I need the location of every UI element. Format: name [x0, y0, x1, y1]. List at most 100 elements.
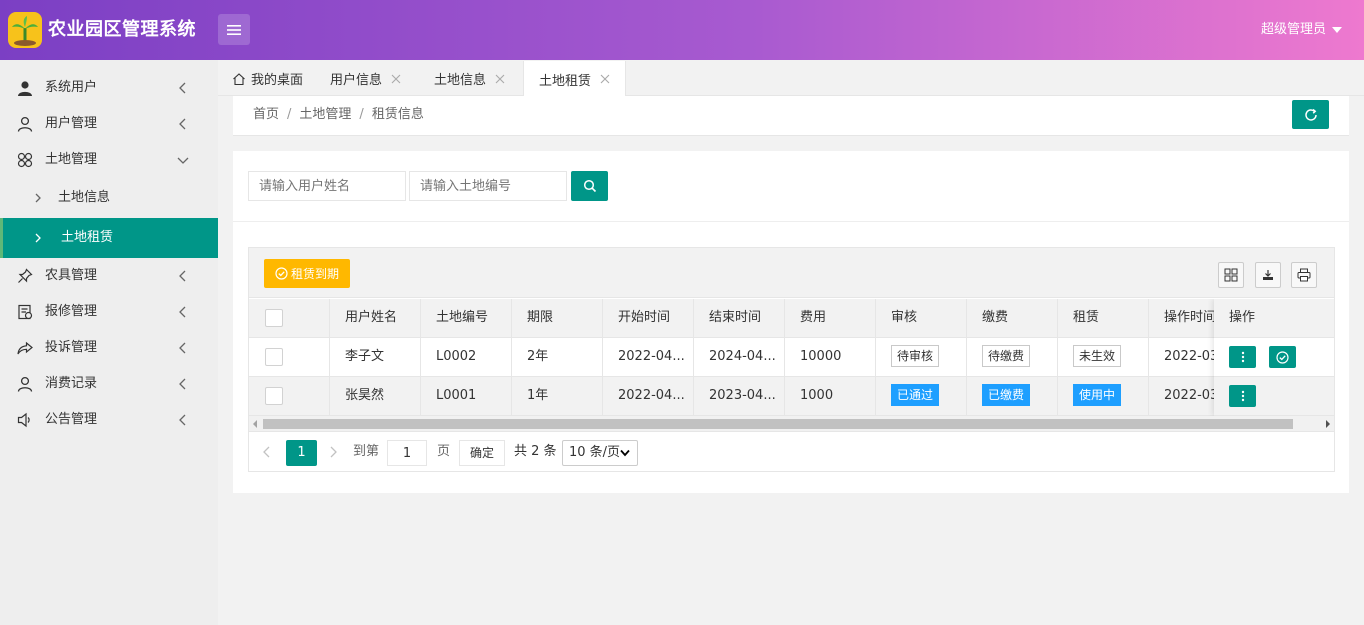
app-title: 农业园区管理系统	[48, 19, 196, 40]
column-header: 缴费	[967, 299, 1058, 337]
horizontal-scrollbar[interactable]	[249, 416, 1334, 432]
sidebar-item-repair-management[interactable]: 报修管理	[0, 294, 218, 330]
breadcrumb-home[interactable]: 首页	[253, 107, 279, 122]
more-actions-button[interactable]	[1229, 346, 1256, 368]
sidebar-item-complaint-management[interactable]: 投诉管理	[0, 330, 218, 366]
sidebar-item-label: 用户管理	[45, 116, 98, 131]
more-actions-button[interactable]	[1229, 385, 1256, 407]
sidebar-item-land-management[interactable]: 土地管理	[0, 142, 218, 178]
cell-land-code: L0002	[421, 338, 512, 376]
user-name-search-input[interactable]	[248, 171, 406, 201]
close-icon[interactable]	[391, 74, 401, 84]
row-checkbox[interactable]	[265, 387, 283, 405]
column-header: 用户姓名	[330, 299, 421, 337]
table-row: 李子文 L0002 2年 2022-04... 2024-04... 10000…	[249, 338, 1334, 377]
cell-fee: 1000	[785, 377, 876, 415]
page-size-select[interactable]: 10 条/页	[562, 440, 638, 466]
goto-confirm-button[interactable]: 确定	[459, 440, 505, 466]
tab-label: 土地租赁	[539, 73, 592, 89]
speaker-icon	[16, 411, 34, 429]
pin-icon	[16, 267, 34, 285]
lease-status-badge: 未生效	[1073, 344, 1122, 367]
next-page-icon[interactable]	[327, 443, 339, 461]
scrollbar-thumb[interactable]	[263, 419, 1293, 429]
column-header: 开始时间	[603, 299, 694, 337]
hamburger-icon	[227, 24, 241, 35]
sidebar: 系统用户 用户管理 土地管理 土地信息 土地租赁 农具管理 报修管理 投诉管理 …	[0, 60, 218, 625]
sidebar-item-label: 消费记录	[45, 376, 98, 391]
sidebar-subitem-label: 土地租赁	[61, 230, 114, 245]
chevron-right-icon	[35, 193, 41, 203]
breadcrumb-lease-info: 租赁信息	[371, 107, 424, 122]
current-page-button[interactable]: 1	[286, 440, 317, 466]
select-all-checkbox[interactable]	[265, 309, 283, 327]
lease-expire-button[interactable]: 租赁到期	[264, 259, 350, 288]
print-button[interactable]	[1291, 262, 1317, 288]
cell-start-time: 2022-04...	[603, 338, 694, 376]
tab-land-lease[interactable]: 土地租赁	[523, 61, 627, 97]
tab-land-info[interactable]: 土地信息	[434, 61, 505, 96]
breadcrumb: 首页 / 土地管理 / 租赁信息	[253, 107, 424, 122]
column-header: 费用	[785, 299, 876, 337]
close-icon[interactable]	[600, 74, 610, 84]
tab-label: 土地信息	[434, 73, 487, 88]
sidebar-item-consumption-records[interactable]: 消费记录	[0, 366, 218, 402]
sidebar-subitem-land-info[interactable]: 土地信息	[0, 178, 218, 218]
sidebar-item-user-management[interactable]: 用户管理	[0, 106, 218, 142]
search-button[interactable]	[571, 171, 608, 201]
search-icon	[583, 179, 596, 193]
land-code-search-input[interactable]	[409, 171, 567, 201]
table-row: 张昊然 L0001 1年 2022-04... 2023-04... 1000 …	[249, 377, 1334, 416]
table-header-row: 用户姓名 土地编号 期限 开始时间 结束时间 费用 审核 缴费 租赁 操作时间	[249, 299, 1334, 338]
sidebar-subitem-land-lease[interactable]: 土地租赁	[0, 218, 218, 258]
column-header: 土地编号	[421, 299, 512, 337]
cell-end-time: 2023-04...	[694, 377, 785, 415]
more-vertical-icon	[1241, 351, 1244, 363]
columns-icon	[1224, 268, 1238, 282]
sidebar-item-system-users[interactable]: 系统用户	[0, 70, 218, 106]
sidebar-item-tools-management[interactable]: 农具管理	[0, 258, 218, 294]
chevron-left-icon	[179, 118, 186, 130]
cell-user-name: 李子文	[330, 338, 421, 376]
sidebar-item-label: 报修管理	[45, 304, 98, 319]
tab-user-info[interactable]: 用户信息	[330, 61, 401, 96]
user-icon	[16, 375, 34, 393]
payment-status-badge: 已缴费	[982, 383, 1031, 406]
refresh-button[interactable]	[1292, 100, 1329, 129]
user-solid-icon	[16, 79, 34, 97]
total-count: 共 2 条	[514, 444, 557, 459]
row-checkbox[interactable]	[265, 348, 283, 366]
breadcrumb-land-management[interactable]: 土地管理	[299, 107, 351, 122]
sidebar-item-label: 投诉管理	[45, 340, 98, 355]
audit-status-badge: 待审核	[891, 344, 940, 367]
menu-toggle-button[interactable]	[218, 14, 250, 45]
prev-page-icon[interactable]	[261, 443, 273, 461]
cell-term: 1年	[512, 377, 603, 415]
goto-page-input[interactable]	[387, 440, 427, 466]
top-header: 农业园区管理系统 超级管理员	[0, 0, 1364, 60]
export-button[interactable]	[1255, 262, 1281, 288]
chevron-left-icon	[179, 270, 186, 282]
close-icon[interactable]	[495, 74, 505, 84]
filter-columns-button[interactable]	[1218, 262, 1244, 288]
refresh-icon	[1304, 108, 1317, 121]
chevron-down-icon	[620, 449, 630, 457]
cell-land-code: L0001	[421, 377, 512, 415]
tab-my-desktop[interactable]: 我的桌面	[232, 61, 303, 96]
check-circle-icon	[275, 267, 288, 280]
sidebar-item-announcement-management[interactable]: 公告管理	[0, 402, 218, 438]
audit-status-badge: 已通过	[891, 383, 940, 406]
sidebar-subitem-label: 土地信息	[58, 190, 111, 205]
user-menu[interactable]: 超级管理员	[1261, 20, 1342, 40]
tab-label: 我的桌面	[251, 73, 304, 88]
chevron-down-icon	[177, 157, 189, 164]
caret-down-icon	[1332, 27, 1342, 33]
home-icon	[233, 72, 245, 85]
approve-button[interactable]	[1269, 346, 1296, 368]
scroll-left-icon[interactable]	[253, 420, 257, 428]
export-icon	[1263, 270, 1273, 280]
chevron-left-icon	[179, 306, 186, 318]
scroll-right-icon[interactable]	[1326, 420, 1330, 428]
column-header: 租赁	[1058, 299, 1149, 337]
lease-expire-label: 租赁到期	[290, 267, 339, 281]
